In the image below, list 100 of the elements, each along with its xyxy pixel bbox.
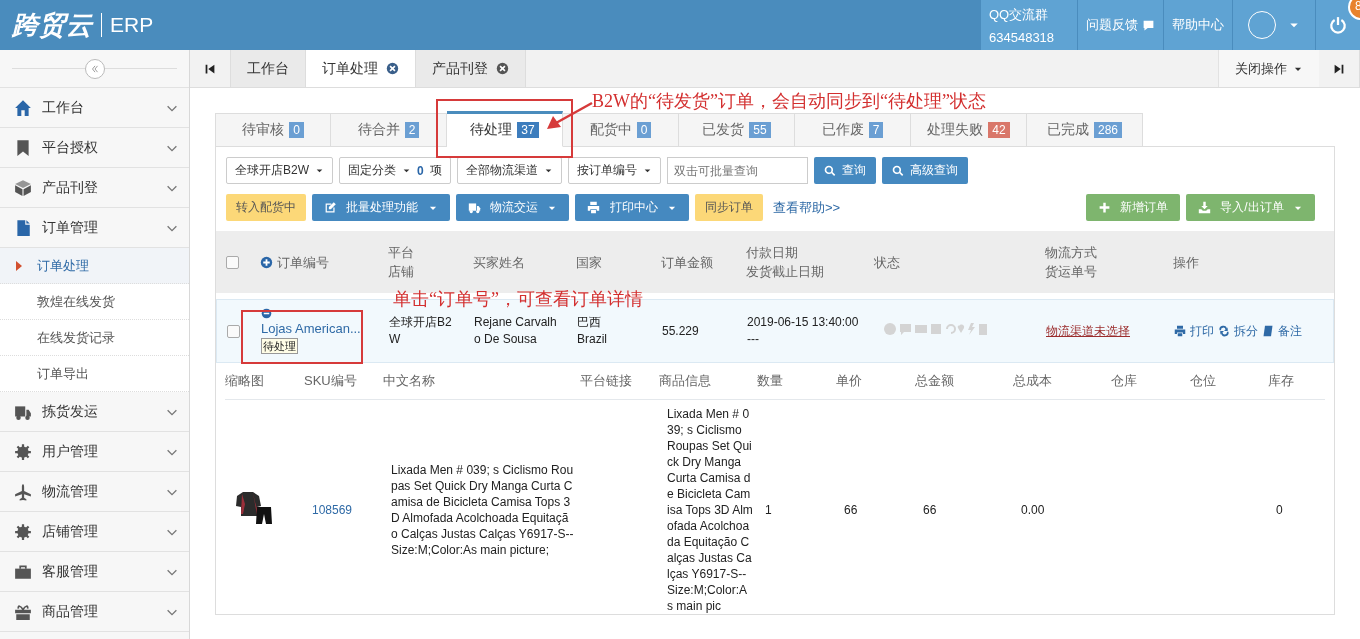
select-all-checkbox[interactable] (226, 255, 239, 269)
close-menu-button[interactable]: 关闭操作 (1218, 50, 1319, 87)
help-link[interactable]: 查看帮助>> (773, 198, 841, 217)
sidebar-subitem[interactable]: 订单处理 (0, 248, 189, 284)
row-action-link[interactable]: 打印 (1190, 322, 1214, 340)
row-action-link[interactable]: 拆分 (1234, 322, 1258, 340)
sidebar-item[interactable]: 物流管理 (0, 472, 189, 512)
sidebar-subitem[interactable]: 在线发货记录 (0, 320, 189, 356)
filter-dropdown[interactable]: 按订单编号 (567, 157, 661, 184)
status-tab[interactable]: 处理失败 42 (911, 113, 1027, 147)
home-icon (14, 98, 32, 117)
row-action-link[interactable]: 备注 (1278, 322, 1302, 340)
truck-icon (467, 201, 481, 214)
annotation-text: B2W的“待发货”订单，会自动同步到“待处理”状态 (592, 90, 986, 113)
filter-dropdown[interactable]: 固定分类 0 项 (339, 157, 451, 184)
table-cell: Lixada Men # 039; s Ciclismo Roupas Set Quick Dry Manga Curta Camisa de Bicicleta Camisa Tops 3D Almofada Acolchoada Equitação Calças Justas Calças Y6917-S--Size:M;Color:As main pic (667, 406, 753, 614)
status-tab[interactable]: 已作废 7 (795, 113, 911, 147)
table-cell: 巴西 (577, 315, 601, 329)
sidebar-item[interactable]: 用户管理 (0, 432, 189, 472)
search-icon (891, 164, 904, 177)
bookmark-icon (14, 138, 32, 157)
status-tab[interactable]: 已发货 55 (679, 113, 795, 147)
tab-label: 工作台 (247, 59, 289, 78)
table-cell-text: 0.00 (1020, 502, 1046, 518)
advanced-search-button[interactable]: 高级查询 (881, 157, 968, 184)
printer-icon (1174, 325, 1186, 337)
column-header: 付款日期 (746, 244, 799, 262)
sidebar-item[interactable]: 拣货发运 (0, 392, 189, 432)
caret-icon (543, 166, 553, 175)
order-number-link[interactable]: Lojas American... (261, 320, 361, 337)
action-button[interactable]: 批量处理功能 (312, 194, 450, 221)
sidebar-item[interactable]: 产品刊登 (0, 168, 189, 208)
box-icon (14, 178, 32, 197)
gear-icon (14, 522, 32, 541)
table-cell-text: 66 (922, 502, 938, 518)
gift-icon (14, 602, 32, 621)
search-button[interactable]: 查询 (813, 157, 876, 184)
tab-label: 订单处理 (322, 59, 378, 78)
column-header: 买家姓名 (473, 253, 526, 272)
tab-label: 已发货 (702, 121, 745, 139)
page-tab[interactable]: 订单处理 (306, 50, 416, 87)
column-header: 总金额 (915, 372, 955, 390)
status-tab[interactable]: 配货中 0 (563, 113, 679, 147)
count-badge: 286 (1094, 122, 1122, 138)
column-header: 总成本 (1013, 372, 1053, 390)
status-tab[interactable]: 待合并 2 (331, 113, 447, 147)
sidebar-item[interactable]: 商品管理 (0, 592, 189, 632)
active-marker (16, 260, 22, 271)
page-tab[interactable]: 产品刊登 (416, 50, 526, 87)
column-header: 物流方式 (1045, 244, 1098, 262)
status-tab[interactable]: 已完成 286 (1027, 113, 1143, 147)
sidebar-item[interactable]: 工作台 (0, 88, 189, 128)
action-button[interactable]: 物流交运 (455, 194, 570, 221)
column-header: 平台 (388, 244, 415, 262)
column-header: SKU编号 (304, 372, 358, 390)
table-cell-text: 全球开店B2W (389, 314, 453, 348)
sku-link[interactable]: 108569 (304, 502, 383, 518)
status-tab[interactable]: 待处理 37 (447, 111, 563, 147)
tab-label: 已作废 (821, 121, 864, 139)
close-icon (496, 62, 509, 75)
status-tab[interactable]: 待审核 0 (215, 113, 331, 147)
logo[interactable]: 跨贸云 (12, 7, 93, 43)
page-tab[interactable]: 工作台 (231, 50, 306, 87)
column-header: 国家 (576, 253, 603, 272)
column-header: 单价 (836, 372, 863, 390)
logistics-link[interactable]: 物流渠道未选择 (1046, 322, 1174, 340)
table-cell-text: 55.229 (662, 322, 700, 340)
collapse-sidebar-button[interactable] (84, 58, 105, 79)
expand-all-icon (260, 255, 273, 269)
sidebar-subitem[interactable]: 订单导出 (0, 356, 189, 392)
airplane-icon (14, 482, 32, 501)
column-header: 货运单号 (1045, 263, 1098, 281)
column-header: 平台链接 (580, 372, 633, 390)
caret-icon (642, 166, 652, 175)
close-icon (386, 62, 399, 75)
tab-label: 配货中 (589, 121, 632, 139)
qq-group-number: 634548318 (989, 29, 1055, 45)
row-checkbox[interactable] (227, 324, 240, 338)
sidebar-subitem[interactable]: 敦煌在线发货 (0, 284, 189, 320)
sidebar-item[interactable]: 平台授权 (0, 128, 189, 168)
count-badge: 0 (636, 122, 652, 138)
filter-dropdown[interactable]: 全部物流渠道 (456, 157, 562, 184)
document-icon (14, 218, 32, 237)
action-button[interactable]: 打印中心 (575, 194, 689, 221)
column-header: 订单编号 (277, 253, 329, 272)
column-header: 数量 (757, 372, 784, 390)
column-header: 发货截止日期 (746, 263, 825, 281)
sidebar-item[interactable]: 店铺管理 (0, 512, 189, 552)
tab-label: 待处理 (470, 121, 513, 139)
action-button[interactable]: 转入配货中 (226, 194, 306, 221)
caret-icon (402, 166, 411, 175)
swap-icon (1218, 325, 1230, 337)
filter-dropdown[interactable]: 全球开店B2W (226, 157, 333, 184)
power-icon (1329, 16, 1347, 34)
column-header: 订单金额 (661, 253, 714, 272)
sidebar-item[interactable]: 客服管理 (0, 552, 189, 592)
chat-bubble-icon (1142, 18, 1155, 32)
search-field[interactable]: 双击可批量查询 (666, 157, 808, 184)
column-header: 店铺 (388, 263, 415, 281)
action-button[interactable]: 同步订单 (695, 194, 763, 221)
